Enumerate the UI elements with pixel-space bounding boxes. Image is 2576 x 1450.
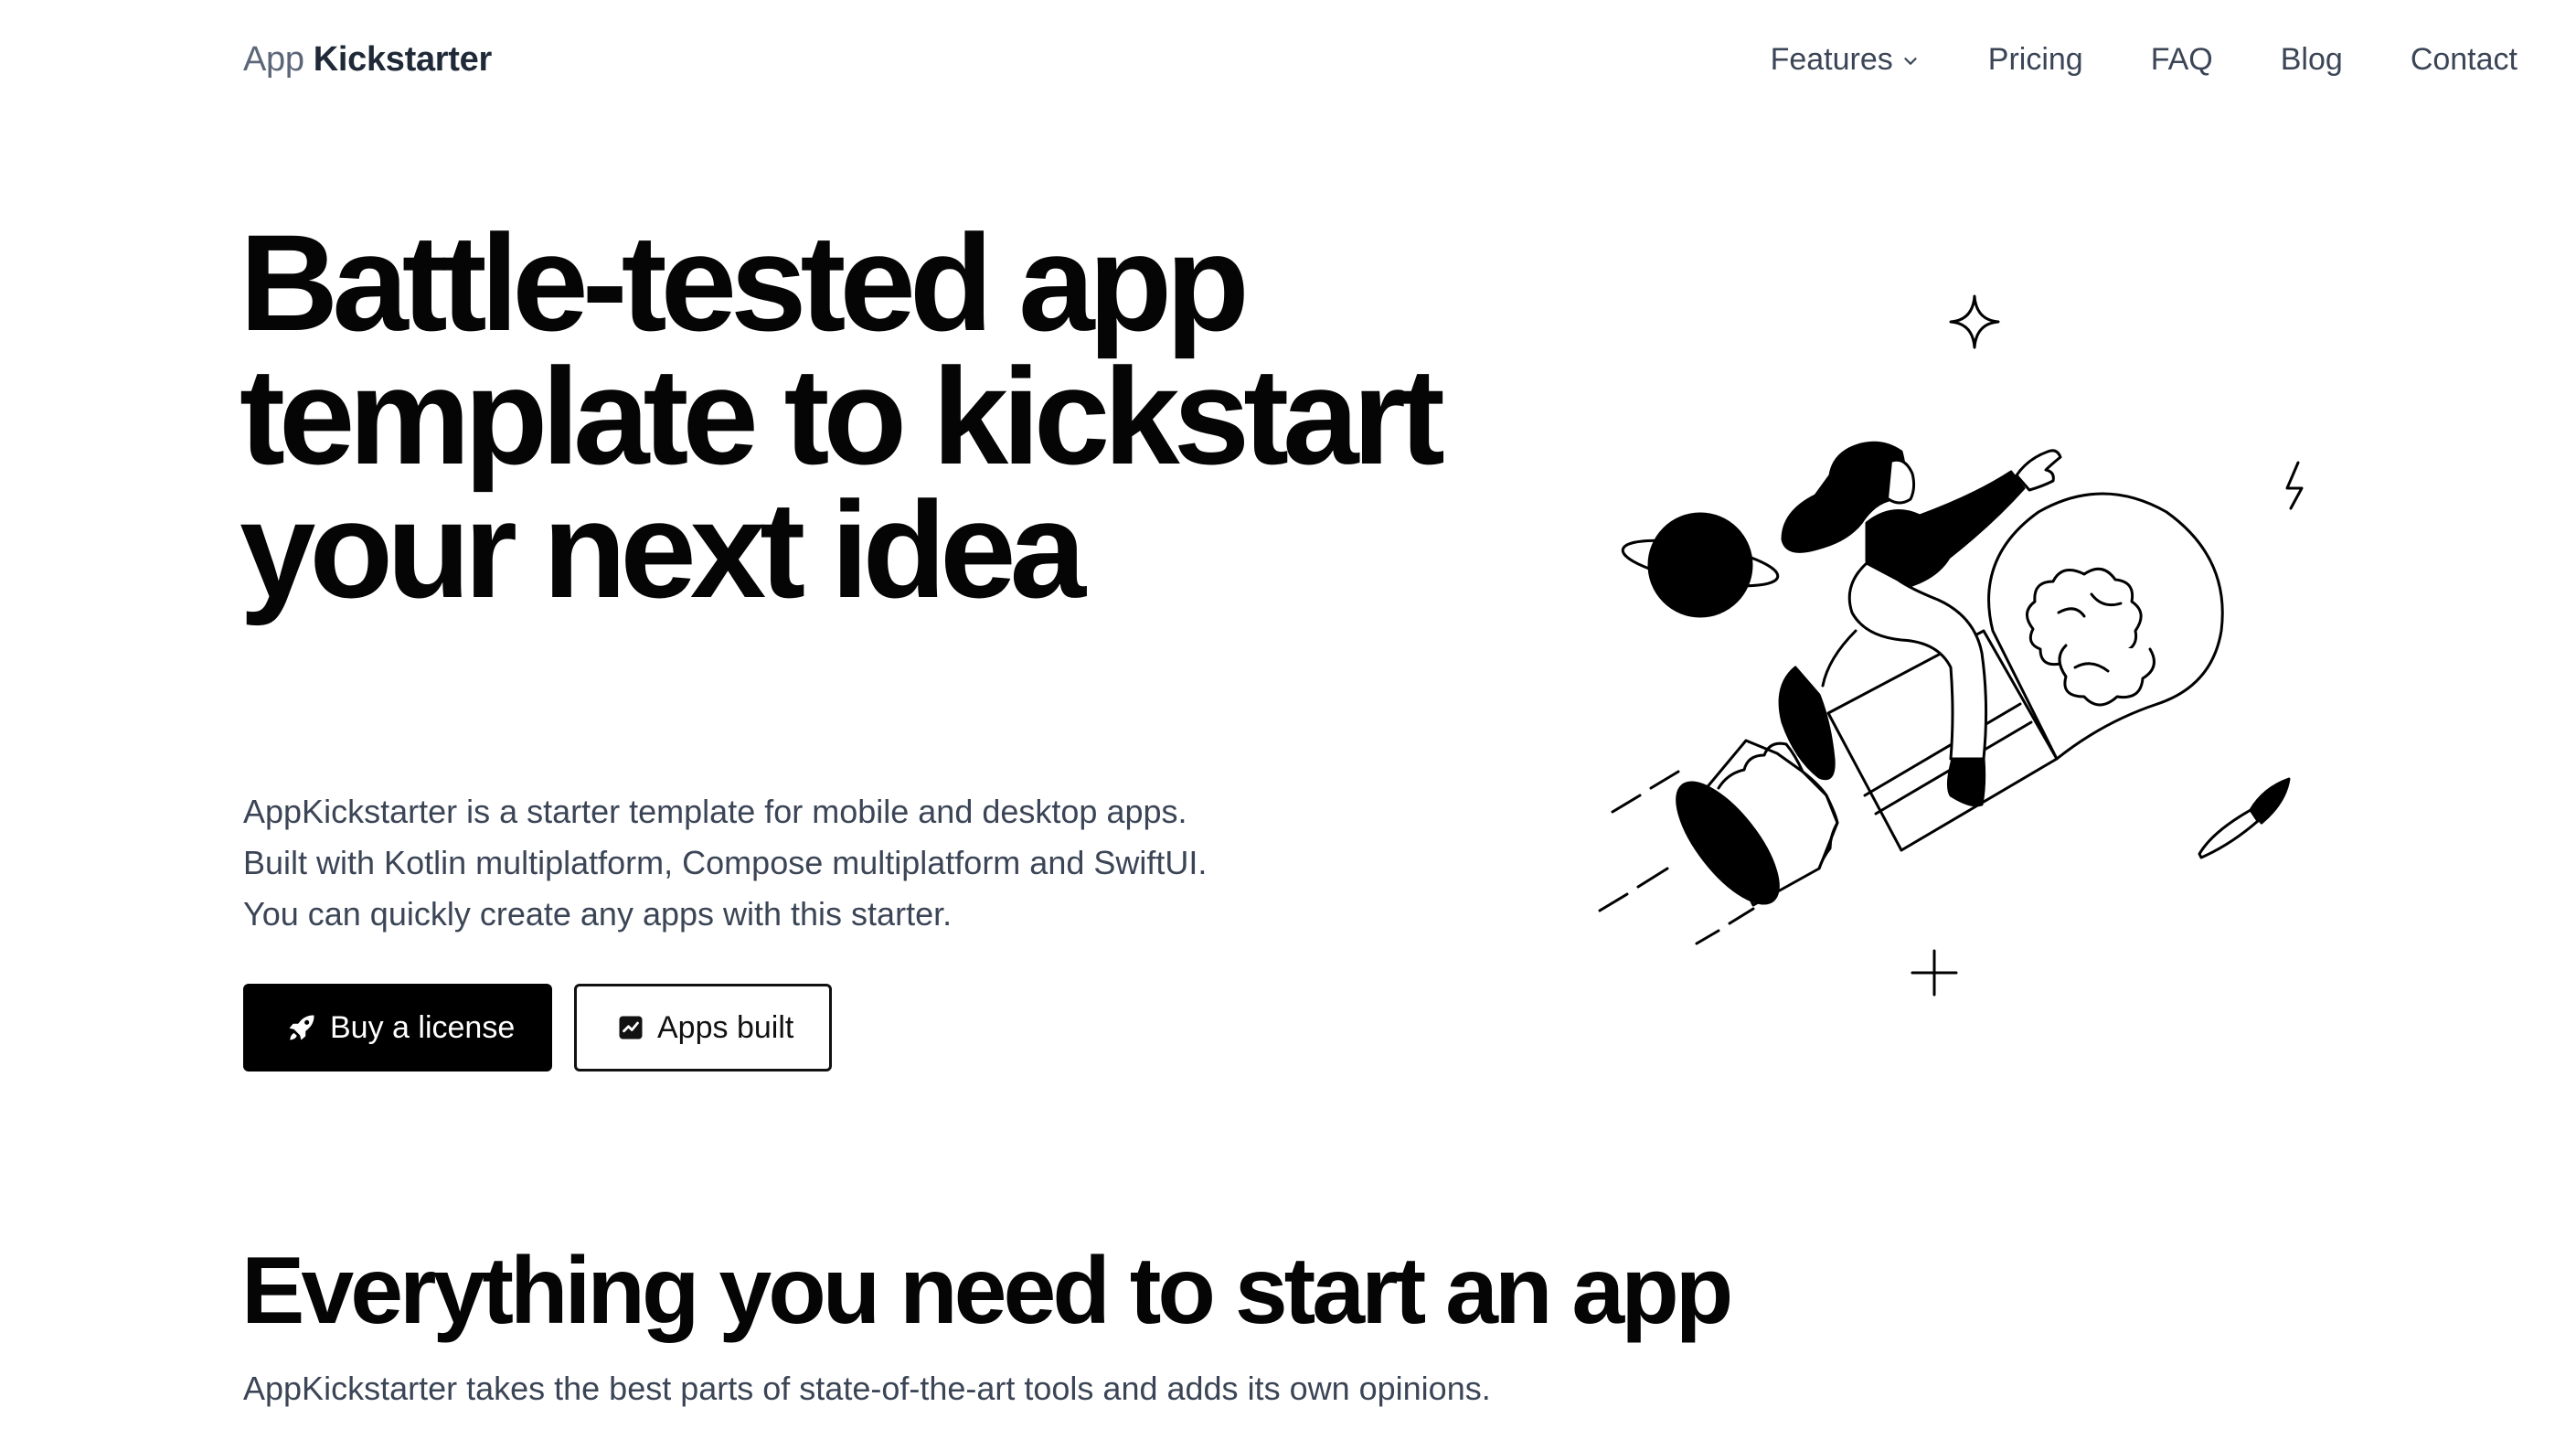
hero-description-line: You can quickly create any apps with thi…	[243, 895, 953, 933]
chart-icon	[619, 1016, 643, 1040]
rocket-icon	[289, 1015, 314, 1040]
features-section-title: Everything you need to start an app	[241, 1238, 1733, 1344]
nav-link-features[interactable]: Features	[1771, 37, 1921, 82]
hero-cta-group: Buy a license Apps built	[243, 984, 832, 1072]
apps-built-button[interactable]: Apps built	[574, 984, 832, 1072]
brand-logo[interactable]: App Kickstarter	[243, 37, 492, 82]
hero-description: AppKickstarter is a starter template for…	[243, 786, 1432, 940]
planet-icon	[1621, 512, 1780, 618]
rocket-body	[1676, 629, 2059, 907]
nav-link-contact[interactable]: Contact	[2411, 37, 2517, 82]
nav-link-blog[interactable]: Blog	[2281, 37, 2343, 82]
nav-link-pricing[interactable]: Pricing	[1988, 37, 2083, 82]
nav-links: Features Pricing FAQ Blog Contact	[1771, 37, 2517, 82]
sparkle-icon	[1949, 294, 2000, 349]
brand-bold-text: Kickstarter	[313, 40, 493, 79]
chevron-down-icon	[1904, 58, 1917, 65]
paintbrush-icon	[2198, 777, 2291, 859]
top-navigation: App Kickstarter Features Pricing FAQ Blog…	[0, 0, 2576, 119]
hero-description-line: AppKickstarter is a starter template for…	[243, 793, 1187, 830]
features-section-description: AppKickstarter takes the best parts of s…	[243, 1370, 1491, 1407]
hero-description-line: Built with Kotlin multiplatform, Compose…	[243, 844, 1208, 881]
apps-built-label: Apps built	[657, 1009, 794, 1045]
nav-link-faq[interactable]: FAQ	[2151, 37, 2213, 82]
hero-illustration	[1598, 294, 2304, 997]
nav-link-features-label: Features	[1770, 42, 1893, 77]
buy-license-button[interactable]: Buy a license	[243, 984, 552, 1072]
brand-light-text: App	[243, 40, 304, 79]
hero-title: Battle-tested app template to kickstart …	[240, 206, 1445, 626]
buy-license-label: Buy a license	[330, 1009, 516, 1045]
plus-icon	[1911, 949, 1958, 997]
lightning-icon	[2285, 461, 2304, 510]
